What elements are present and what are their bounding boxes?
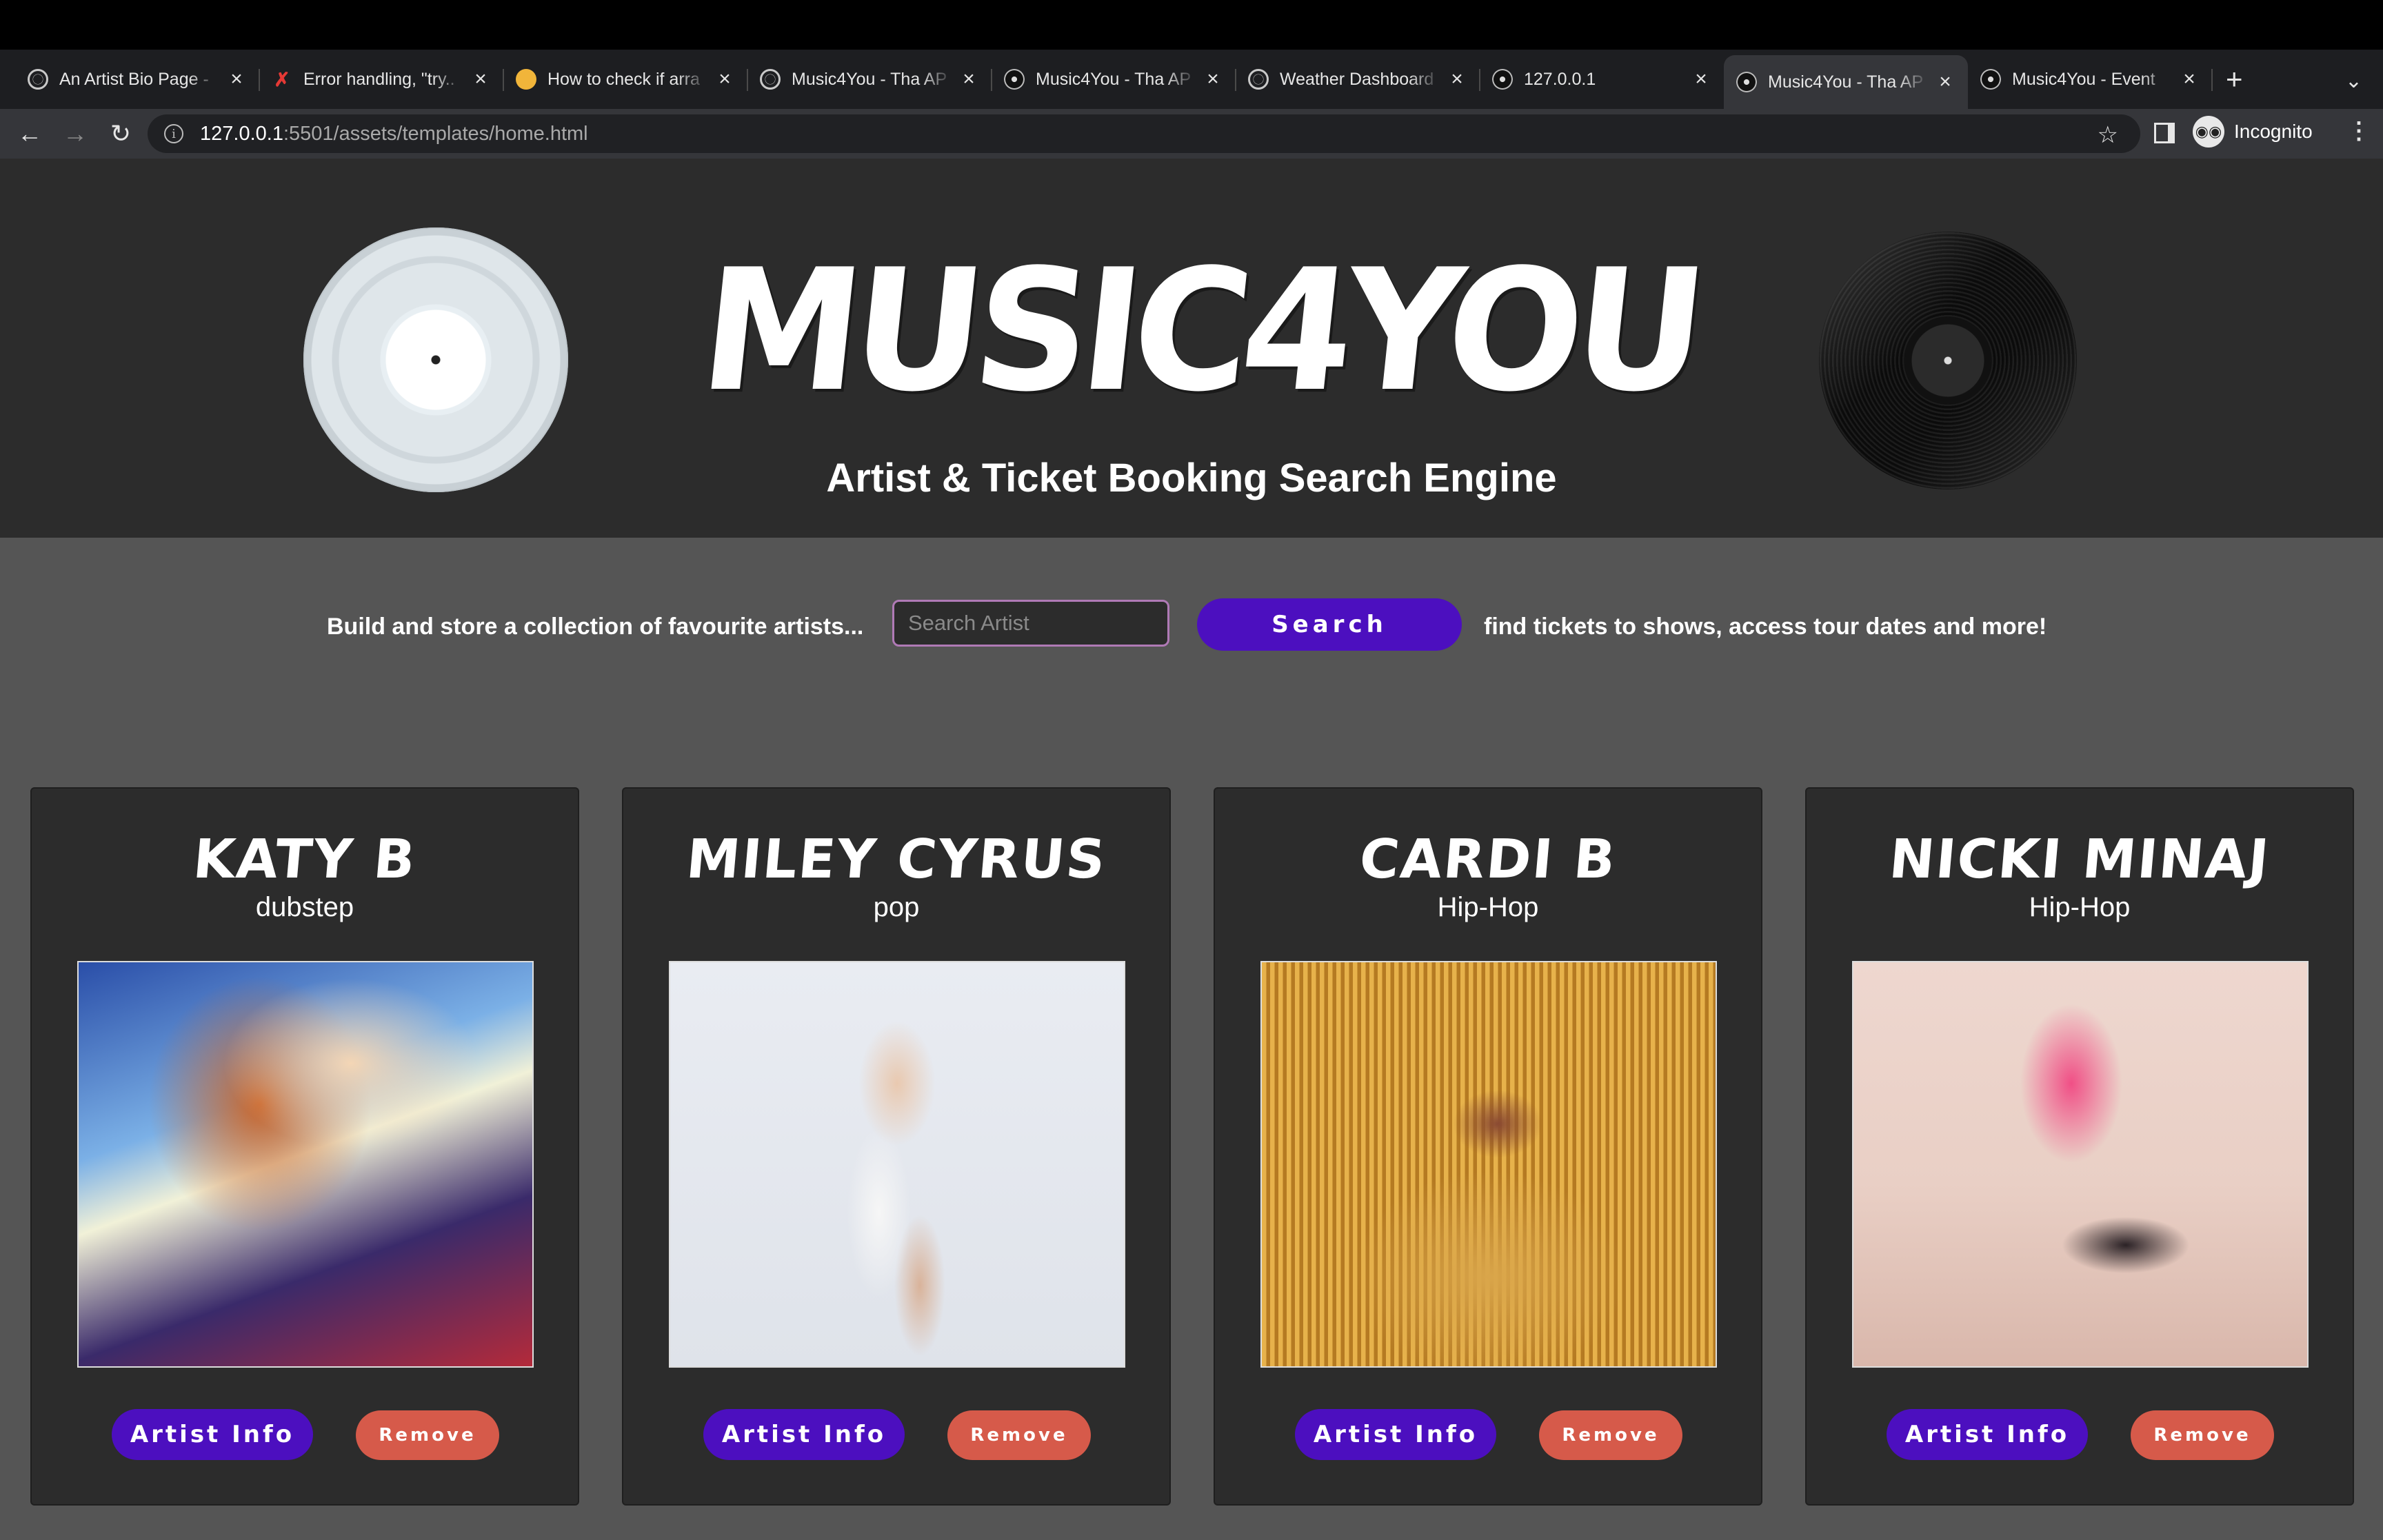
incognito-icon: ◉◉ bbox=[2193, 116, 2224, 148]
artist-photo bbox=[669, 961, 1125, 1368]
black-vinyl-record-icon bbox=[1819, 232, 2077, 489]
tab-8[interactable]: Music4You - Event × bbox=[1968, 55, 2213, 103]
chevron-down-icon[interactable]: ⌄ bbox=[2345, 69, 2362, 93]
close-icon[interactable]: × bbox=[226, 68, 247, 91]
search-input[interactable] bbox=[892, 600, 1169, 647]
tab-title: An Artist Bio Page - bbox=[59, 69, 209, 89]
new-tab-button[interactable]: + bbox=[2226, 63, 2243, 96]
tab-1[interactable]: ✗ Error handling, "try.. × bbox=[259, 55, 504, 103]
vinyl-icon bbox=[1736, 72, 1757, 92]
close-icon[interactable]: × bbox=[470, 68, 491, 91]
tab-title: Music4You - Event bbox=[2012, 69, 2155, 89]
tab-title: Music4You - Tha AP bbox=[792, 69, 947, 89]
url-path: :5501/assets/templates/home.html bbox=[283, 122, 588, 145]
remove-button[interactable]: Remove bbox=[1539, 1410, 1682, 1460]
tab-3[interactable]: Music4You - Tha AP × bbox=[747, 55, 992, 103]
artist-genre: dubstep bbox=[255, 892, 354, 922]
page: MUSIC4YOU Artist & Ticket Booking Search… bbox=[0, 159, 2383, 1540]
artist-photo bbox=[77, 961, 534, 1368]
tab-title: Error handling, "try.. bbox=[303, 69, 455, 89]
artist-genre: pop bbox=[873, 892, 920, 922]
globe-icon bbox=[1248, 69, 1269, 90]
tab-4[interactable]: Music4You - Tha AP × bbox=[992, 55, 1236, 103]
remove-button[interactable]: Remove bbox=[2131, 1410, 2274, 1460]
star-icon[interactable]: ☆ bbox=[2098, 121, 2118, 149]
close-icon[interactable]: × bbox=[1691, 68, 1711, 91]
url-field[interactable]: i 127.0.0.1:5501/assets/templates/home.h… bbox=[148, 114, 2140, 153]
owl-icon bbox=[516, 69, 536, 90]
side-panel-icon[interactable] bbox=[2154, 123, 2175, 143]
url-host: 127.0.0.1 bbox=[200, 122, 283, 145]
artist-name: MILEY CYRUS bbox=[683, 829, 1109, 891]
tab-title: How to check if arra bbox=[547, 69, 700, 89]
artist-genre: Hip-Hop bbox=[2029, 892, 2131, 922]
x-mark-icon: ✗ bbox=[274, 68, 290, 90]
tab-title: Music4You - Tha AP bbox=[1036, 69, 1192, 89]
reload-icon[interactable]: ↻ bbox=[98, 119, 143, 148]
tab-0[interactable]: An Artist Bio Page - × bbox=[15, 55, 260, 103]
globe-icon bbox=[28, 69, 48, 90]
artist-card: NICKI MINAJ Hip-Hop Artist Info Remove bbox=[1805, 787, 2354, 1506]
tab-title: Music4You - Tha AP bbox=[1768, 72, 1924, 92]
artist-info-button[interactable]: Artist Info bbox=[112, 1409, 313, 1460]
globe-icon bbox=[760, 69, 781, 90]
artist-name: KATY B bbox=[190, 829, 419, 891]
search-button[interactable]: Search bbox=[1197, 598, 1462, 651]
vinyl-icon bbox=[1980, 69, 2001, 90]
remove-button[interactable]: Remove bbox=[947, 1410, 1091, 1460]
vinyl-icon bbox=[1004, 69, 1025, 90]
tab-2[interactable]: How to check if arra × bbox=[503, 55, 748, 103]
artist-card: CARDI B Hip-Hop Artist Info Remove bbox=[1214, 787, 1762, 1506]
close-icon[interactable]: × bbox=[1935, 70, 1955, 94]
tagline: Artist & Ticket Booking Search Engine bbox=[826, 456, 1557, 500]
profile-label: Incognito bbox=[2234, 121, 2313, 142]
white-vinyl-record-icon bbox=[303, 227, 568, 492]
artist-card: MILEY CYRUS pop Artist Info Remove bbox=[622, 787, 1171, 1506]
forward-arrow-icon[interactable]: → bbox=[52, 119, 98, 148]
artist-genre: Hip-Hop bbox=[1437, 892, 1539, 922]
hero-header: MUSIC4YOU Artist & Ticket Booking Search… bbox=[0, 159, 2383, 651]
incognito-indicator[interactable]: ◉◉ Incognito bbox=[2193, 116, 2313, 148]
vinyl-icon bbox=[1492, 69, 1513, 90]
site-logo: MUSIC4YOU bbox=[692, 233, 1707, 429]
artist-card: KATY B dubstep Artist Info Remove bbox=[30, 787, 579, 1506]
search-right-copy: find tickets to shows, access tour dates… bbox=[1484, 614, 2047, 640]
close-icon[interactable]: × bbox=[1203, 68, 1223, 91]
artist-info-button[interactable]: Artist Info bbox=[1295, 1409, 1496, 1460]
artist-info-button[interactable]: Artist Info bbox=[703, 1409, 905, 1460]
more-menu-icon[interactable]: ⋮ bbox=[2347, 117, 2371, 145]
artist-name: NICKI MINAJ bbox=[1887, 829, 2273, 891]
search-left-copy: Build and store a collection of favourit… bbox=[327, 614, 864, 640]
search-row: Build and store a collection of favourit… bbox=[0, 598, 2383, 655]
artist-photo bbox=[1260, 961, 1717, 1368]
remove-button[interactable]: Remove bbox=[356, 1410, 499, 1460]
tab-6[interactable]: 127.0.0.1 × bbox=[1480, 55, 1724, 103]
window-top-bar bbox=[0, 0, 2383, 50]
artist-name: CARDI B bbox=[1357, 829, 1619, 891]
tab-5[interactable]: Weather Dashboard × bbox=[1236, 55, 1480, 103]
artist-info-button[interactable]: Artist Info bbox=[1887, 1409, 2088, 1460]
tab-7-active[interactable]: Music4You - Tha AP × bbox=[1724, 55, 1968, 109]
info-icon[interactable]: i bbox=[164, 124, 183, 143]
artist-photo bbox=[1852, 961, 2309, 1368]
close-icon[interactable]: × bbox=[958, 68, 979, 91]
close-icon[interactable]: × bbox=[2179, 68, 2200, 91]
tab-title: 127.0.0.1 bbox=[1524, 69, 1596, 89]
back-arrow-icon[interactable]: ← bbox=[7, 119, 52, 148]
close-icon[interactable]: × bbox=[714, 68, 735, 91]
tab-title: Weather Dashboard bbox=[1280, 69, 1434, 89]
tab-strip: An Artist Bio Page - × ✗ Error handling,… bbox=[0, 50, 2383, 109]
close-icon[interactable]: × bbox=[1447, 68, 1467, 91]
tab-separator bbox=[2211, 69, 2213, 91]
address-bar: ← → ↻ i 127.0.0.1:5501/assets/templates/… bbox=[0, 109, 2383, 159]
